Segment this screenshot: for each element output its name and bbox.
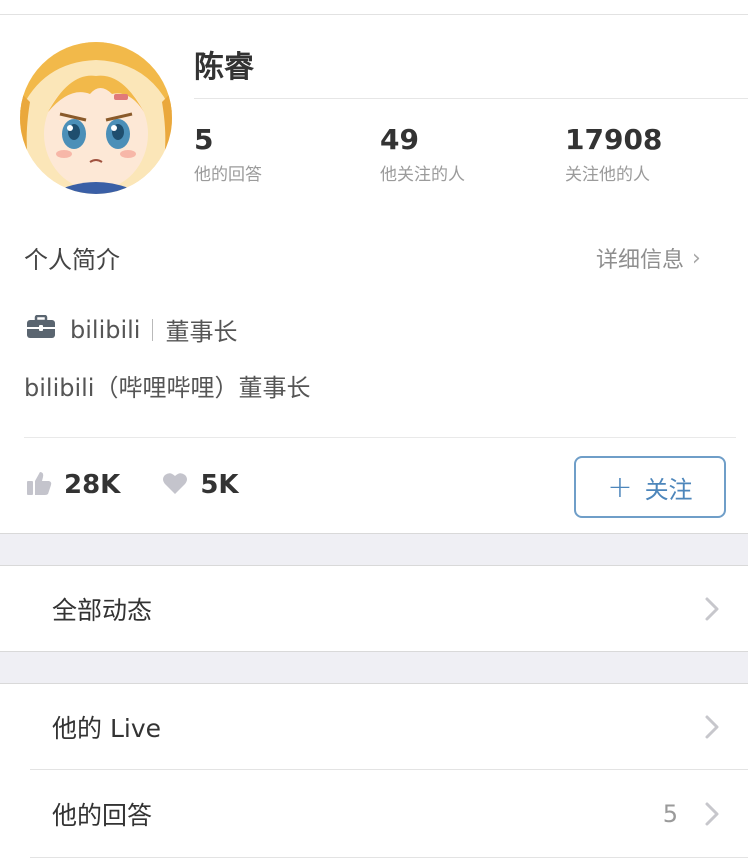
stat-followers-label: 关注他的人 bbox=[565, 165, 650, 185]
menu-row-all-activity[interactable]: 全部动态 bbox=[0, 566, 748, 652]
menu-row-label: 他的回答 bbox=[52, 801, 153, 830]
likes-value: 28K bbox=[64, 470, 121, 500]
menu-row-label: 他的 Live bbox=[52, 714, 161, 743]
job-line: bilibili 董事长 bbox=[26, 312, 237, 347]
menu-row-live[interactable]: 他的 Live bbox=[0, 684, 748, 770]
menu-row-answers[interactable]: 他的回答 5 bbox=[0, 771, 748, 857]
avatar[interactable] bbox=[20, 42, 172, 194]
stat-following-value: 49 bbox=[380, 123, 419, 156]
top-divider bbox=[0, 14, 748, 15]
stat-following[interactable]: 49 他关注的人 bbox=[380, 123, 465, 186]
chevron-right-icon bbox=[705, 802, 719, 826]
job-position: 董事长 bbox=[165, 318, 238, 346]
plus-icon: + bbox=[607, 469, 633, 505]
section-spacer bbox=[0, 533, 748, 566]
heart-icon bbox=[162, 471, 188, 499]
briefcase-icon bbox=[26, 314, 56, 345]
thanks-value: 5K bbox=[200, 470, 239, 500]
thumbs-up-icon bbox=[26, 470, 52, 500]
row-divider bbox=[30, 857, 748, 858]
chevron-right-icon: › bbox=[692, 245, 701, 271]
chevron-right-icon bbox=[705, 715, 719, 739]
likes-count: 28K bbox=[26, 470, 120, 500]
stat-answers[interactable]: 5 他的回答 bbox=[194, 123, 262, 186]
job-separator bbox=[152, 318, 154, 341]
stat-answers-label: 他的回答 bbox=[194, 165, 262, 185]
stat-followers-value: 17908 bbox=[565, 123, 663, 156]
stat-followers[interactable]: 17908 关注他的人 bbox=[565, 123, 663, 186]
avatar-image bbox=[20, 42, 172, 194]
section-spacer bbox=[0, 651, 748, 684]
bio-detail-label: 详细信息 bbox=[596, 248, 685, 273]
profile-name: 陈睿 bbox=[194, 50, 254, 85]
answers-count-badge: 5 bbox=[662, 800, 678, 828]
stat-answers-value: 5 bbox=[194, 123, 214, 156]
row-divider bbox=[30, 769, 748, 770]
stat-following-label: 他关注的人 bbox=[380, 165, 465, 185]
bio-title: 个人简介 bbox=[24, 246, 120, 274]
thanks-count: 5K bbox=[162, 470, 239, 500]
chevron-right-icon bbox=[705, 597, 719, 621]
vote-summary: 28K 5K bbox=[26, 470, 281, 500]
follow-button-label: 关注 bbox=[644, 475, 693, 504]
menu-row-label: 全部动态 bbox=[52, 596, 153, 625]
name-divider bbox=[194, 98, 748, 99]
section-divider bbox=[24, 437, 736, 438]
follow-button[interactable]: + 关注 bbox=[574, 456, 726, 518]
bio-description: bilibili（哔哩哔哩）董事长 bbox=[24, 374, 311, 402]
job-company: bilibili bbox=[70, 315, 141, 344]
bio-detail-link[interactable]: 详细信息 › bbox=[596, 242, 701, 274]
